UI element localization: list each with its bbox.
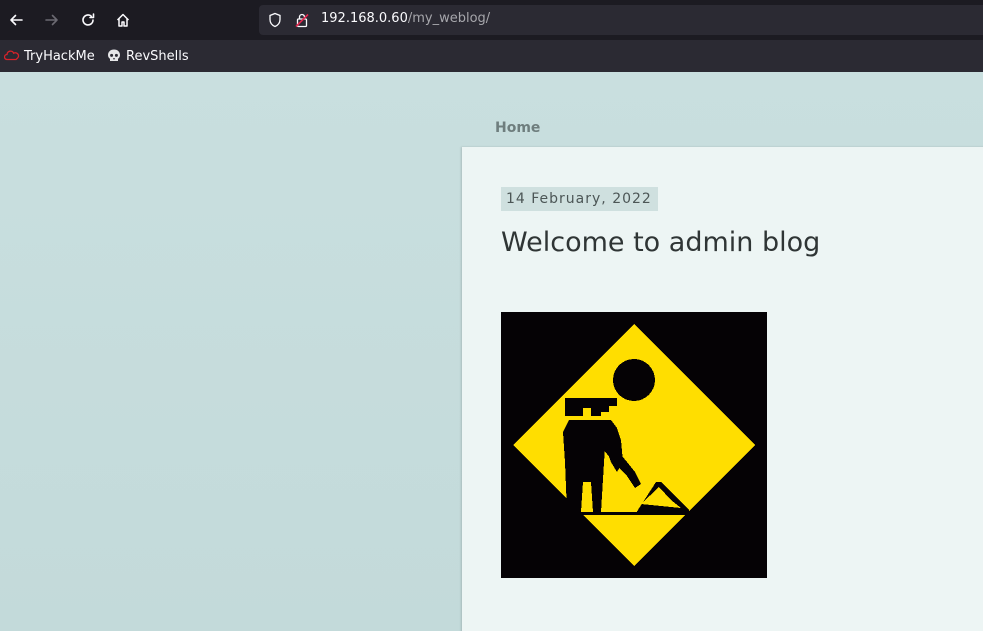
arrow-left-icon: [10, 14, 23, 26]
reload-icon: [82, 13, 95, 26]
url-path: /my_weblog/: [407, 11, 491, 26]
forward-button[interactable]: [40, 8, 64, 32]
bookmark-label: TryHackMe: [24, 48, 95, 64]
skull-icon: [108, 49, 120, 61]
under-construction-sign-icon: [501, 312, 767, 578]
insecure-lock-icon[interactable]: [294, 12, 310, 32]
post-date: 14 February, 2022: [501, 187, 658, 211]
bookmark-tryhackme[interactable]: TryHackMe: [4, 47, 95, 65]
nav-home-link[interactable]: Home: [495, 120, 540, 136]
blog-post: 14 February, 2022 Welcome to admin blog: [462, 147, 983, 631]
bookmarks-toolbar: TryHackMe RevShells: [0, 40, 983, 72]
arrow-right-icon: [45, 14, 58, 26]
url-bar[interactable]: 192.168.0.60/my_weblog/: [259, 5, 983, 35]
home-button[interactable]: [111, 8, 135, 32]
bookmark-label: RevShells: [126, 48, 189, 64]
url-host: 192.168.0.60: [321, 11, 408, 26]
page-viewport: Home 14 February, 2022 Welcome to admin …: [0, 72, 983, 631]
back-button[interactable]: [4, 8, 28, 32]
post-title[interactable]: Welcome to admin blog: [501, 227, 820, 258]
reload-button[interactable]: [76, 8, 100, 32]
tryhackme-icon: [4, 50, 20, 61]
url-text[interactable]: 192.168.0.60/my_weblog/: [321, 11, 490, 26]
bookmark-revshells[interactable]: RevShells: [106, 47, 189, 65]
home-icon: [116, 13, 130, 27]
browser-toolbar: 192.168.0.60/my_weblog/: [0, 0, 983, 40]
shield-icon[interactable]: [267, 12, 283, 32]
